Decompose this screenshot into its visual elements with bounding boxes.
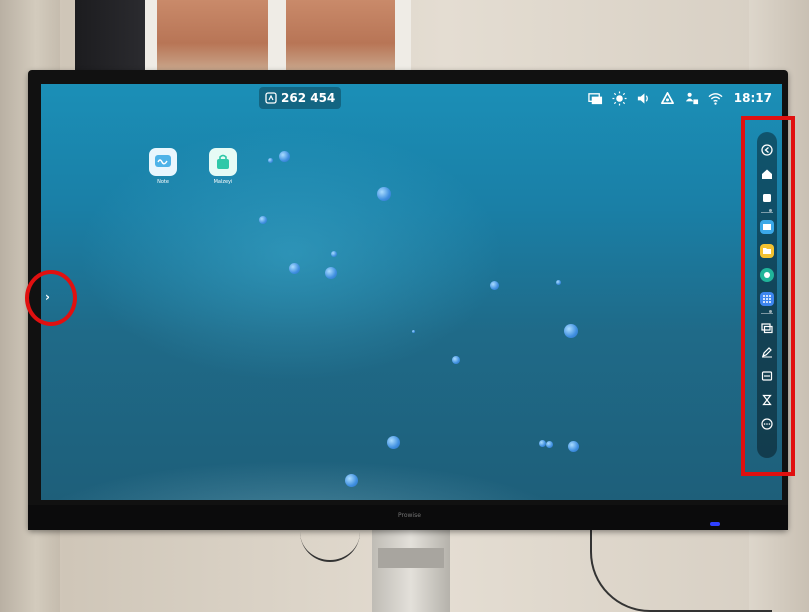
- wallpaper-bubble: [331, 251, 337, 257]
- monitor-stand: [372, 528, 450, 612]
- desktop-app-label: Note: [157, 179, 169, 185]
- dark-curtain: [75, 0, 150, 72]
- annotation-circle-highlight: [25, 270, 77, 326]
- cloud-icon[interactable]: [660, 91, 675, 106]
- whiteboard-icon: [155, 155, 171, 167]
- wallpaper-bubble: [546, 441, 553, 448]
- clock: 18:17: [733, 91, 772, 105]
- volume-icon[interactable]: [636, 91, 651, 106]
- desktop-app-note[interactable]: Note: [143, 148, 183, 185]
- android-bag-icon: [217, 154, 229, 169]
- wifi-icon[interactable]: [708, 91, 723, 106]
- app-tile: [209, 148, 237, 176]
- app-tile: [149, 148, 177, 176]
- annotation-rectangle-highlight: [741, 116, 795, 476]
- wallpaper-bubble: [345, 474, 358, 487]
- power-led: [710, 522, 720, 526]
- window-frame: [145, 0, 157, 72]
- desktop-app-malzeyi[interactable]: Malzeyi: [203, 148, 243, 185]
- wallpaper-bubble: [377, 187, 391, 201]
- wallpaper-bubble: [325, 267, 337, 279]
- cable: [590, 530, 772, 612]
- wallpaper-bubble: [556, 280, 561, 285]
- wallpaper-bubble: [259, 216, 267, 224]
- wallpaper-bubble: [452, 356, 460, 364]
- wallpaper-bubble: [387, 436, 400, 449]
- window-frame: [268, 0, 286, 72]
- desktop-app-label: Malzeyi: [213, 179, 233, 185]
- wallpaper-bubble: [564, 324, 578, 338]
- monitor-brand: Prowise: [398, 512, 421, 519]
- brightness-icon[interactable]: [612, 90, 627, 106]
- room-code: 262 454: [281, 91, 336, 105]
- cast-icon: [265, 92, 277, 104]
- wallpaper-bubble: [490, 281, 499, 290]
- touchscreen-desktop[interactable]: 262 454 18:17 Note Malzeyi ›: [41, 84, 782, 500]
- wallpaper-bubble: [568, 441, 579, 452]
- wallpaper-bubble: [268, 158, 273, 163]
- room-code-badge[interactable]: 262 454: [259, 87, 342, 109]
- screen-share-icon[interactable]: [588, 91, 603, 106]
- user-network-icon[interactable]: [684, 91, 699, 106]
- status-bar: 18:17: [588, 88, 772, 108]
- wallpaper-bubble: [412, 330, 415, 333]
- monitor-stand-bracket: [378, 548, 444, 568]
- wallpaper-bubble: [539, 440, 546, 447]
- window-frame: [395, 0, 411, 72]
- wallpaper-bubble: [279, 151, 290, 162]
- wallpaper-bubble: [289, 263, 300, 274]
